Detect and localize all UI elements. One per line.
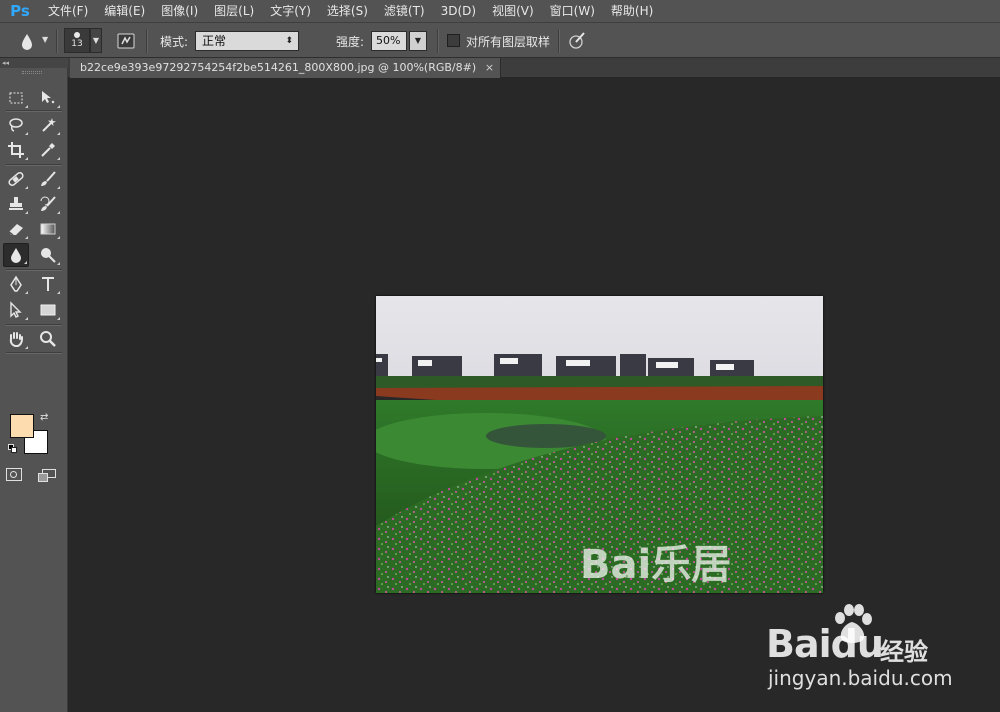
pen-pressure-icon — [569, 32, 585, 49]
bandage-icon — [8, 172, 24, 186]
menu-layer[interactable]: 图层(L) — [206, 0, 262, 22]
image-watermark: Bai乐居 — [580, 542, 731, 588]
brush-tool[interactable] — [35, 167, 61, 191]
blur-tool[interactable] — [3, 243, 29, 267]
history-brush-tool[interactable] — [35, 192, 61, 216]
eyedropper-tool[interactable] — [35, 138, 61, 162]
photoshop-logo: Ps — [10, 2, 30, 20]
mode-label: 模式: — [160, 35, 189, 49]
menu-file[interactable]: 文件(F) — [40, 0, 96, 22]
brush-picker-dropdown[interactable]: ▼ — [90, 28, 102, 53]
gradient-tool[interactable] — [35, 217, 61, 241]
screen-mode-icon[interactable] — [38, 469, 58, 483]
document-tab-bar: b22ce9e393e97292754254f2be514261_800X800… — [68, 58, 1000, 78]
move-icon — [42, 91, 55, 104]
jingyan-text: 经验 — [880, 638, 928, 666]
chevron-down-icon: ▼ — [42, 35, 49, 44]
menu-bar: Ps 文件(F) 编辑(E) 图像(I) 图层(L) 文字(Y) 选择(S) 滤… — [0, 0, 1000, 22]
panel-grip[interactable] — [22, 71, 42, 74]
crop-icon — [8, 142, 24, 158]
eraser-tool[interactable] — [3, 217, 29, 241]
menu-edit[interactable]: 编辑(E) — [96, 0, 153, 22]
type-tool[interactable] — [35, 272, 61, 296]
strength-label: 强度: — [336, 35, 365, 49]
jingyan-url: jingyan.baidu.com — [768, 666, 953, 690]
baidu-jingyan-watermark: Baidu 经验 jingyan.baidu.com — [766, 604, 966, 698]
menu-filter[interactable]: 滤镜(T) — [376, 0, 433, 22]
baidu-brand-text: Baidu — [766, 622, 884, 666]
magic-wand-tool[interactable] — [35, 113, 61, 137]
menu-image[interactable]: 图像(I) — [153, 0, 206, 22]
blur-drop-icon — [11, 248, 21, 263]
path-selection-tool[interactable] — [3, 298, 29, 322]
rectangle-icon — [40, 304, 56, 316]
strength-slider-dropdown[interactable]: ▼ — [409, 31, 427, 51]
lasso-icon — [9, 118, 23, 132]
hand-icon — [9, 332, 23, 347]
menu-3d[interactable]: 3D(D) — [433, 0, 484, 22]
collapse-toolbar-button[interactable]: ◂◂ — [0, 58, 68, 68]
lasso-tool[interactable] — [3, 113, 29, 137]
zoom-icon — [40, 331, 56, 347]
pen-icon — [10, 275, 22, 292]
default-colors-icon[interactable] — [8, 444, 18, 454]
rectangle-tool[interactable] — [35, 298, 61, 322]
pressure-toggle[interactable] — [566, 30, 588, 52]
brush-panel-icon — [117, 33, 135, 49]
mode-select[interactable]: 正常 ⬍ — [195, 31, 299, 51]
crop-tool[interactable] — [3, 138, 29, 162]
dodge-tool[interactable] — [35, 243, 61, 267]
menu-view[interactable]: 视图(V) — [484, 0, 542, 22]
dodge-icon — [41, 248, 56, 263]
document-tab-title: b22ce9e393e97292754254f2be514261_800X800… — [80, 61, 477, 74]
pen-tool[interactable] — [3, 272, 29, 296]
options-bar: ▼ 13 ▼ 模式: 正常 ⬍ 强度: 50% ▼ 对所有图层取样 — [0, 22, 1000, 58]
blur-drop-icon — [22, 34, 32, 50]
sample-all-layers-checkbox[interactable] — [447, 34, 460, 47]
brush-icon — [41, 171, 56, 186]
sample-all-layers-label: 对所有图层取样 — [466, 35, 551, 49]
strength-input[interactable]: 50% — [371, 31, 407, 51]
stamp-icon — [9, 197, 23, 210]
menu-select[interactable]: 选择(S) — [319, 0, 376, 22]
zoom-tool[interactable] — [35, 327, 61, 351]
menu-help[interactable]: 帮助(H) — [603, 0, 661, 22]
hand-tool[interactable] — [3, 327, 29, 351]
document-image[interactable]: Bai乐居 — [376, 296, 823, 593]
quick-mask-icon[interactable] — [6, 468, 22, 481]
marquee-icon — [9, 92, 23, 104]
brush-tip-icon — [74, 32, 80, 38]
clone-stamp-tool[interactable] — [3, 192, 29, 216]
eraser-icon — [8, 224, 23, 236]
foreground-color-swatch[interactable] — [10, 414, 34, 438]
gradient-icon — [40, 223, 56, 235]
brush-size-picker[interactable]: 13 — [64, 28, 90, 53]
healing-brush-tool[interactable] — [3, 167, 29, 191]
history-brush-icon — [40, 196, 56, 211]
move-tool[interactable] — [35, 86, 61, 110]
brush-size-value: 13 — [71, 39, 83, 49]
close-icon[interactable]: × — [485, 58, 494, 78]
menu-type[interactable]: 文字(Y) — [262, 0, 319, 22]
marquee-tool[interactable] — [3, 86, 29, 110]
magic-wand-icon — [42, 118, 56, 132]
tools-panel: ◂◂ ⇄ — [0, 58, 68, 712]
landscape-photo: Bai乐居 — [376, 296, 823, 593]
brush-panel-toggle[interactable] — [116, 31, 136, 51]
eyedropper-icon — [41, 143, 55, 157]
tool-preset-picker[interactable]: ▼ — [14, 31, 54, 53]
document-tab[interactable]: b22ce9e393e97292754254f2be514261_800X800… — [70, 58, 502, 78]
swap-colors-icon[interactable]: ⇄ — [40, 412, 48, 423]
type-icon — [42, 277, 54, 291]
menu-window[interactable]: 窗口(W) — [542, 0, 603, 22]
updown-arrow-icon: ⬍ — [285, 36, 293, 46]
mode-value: 正常 — [202, 34, 227, 48]
path-select-icon — [10, 301, 22, 318]
